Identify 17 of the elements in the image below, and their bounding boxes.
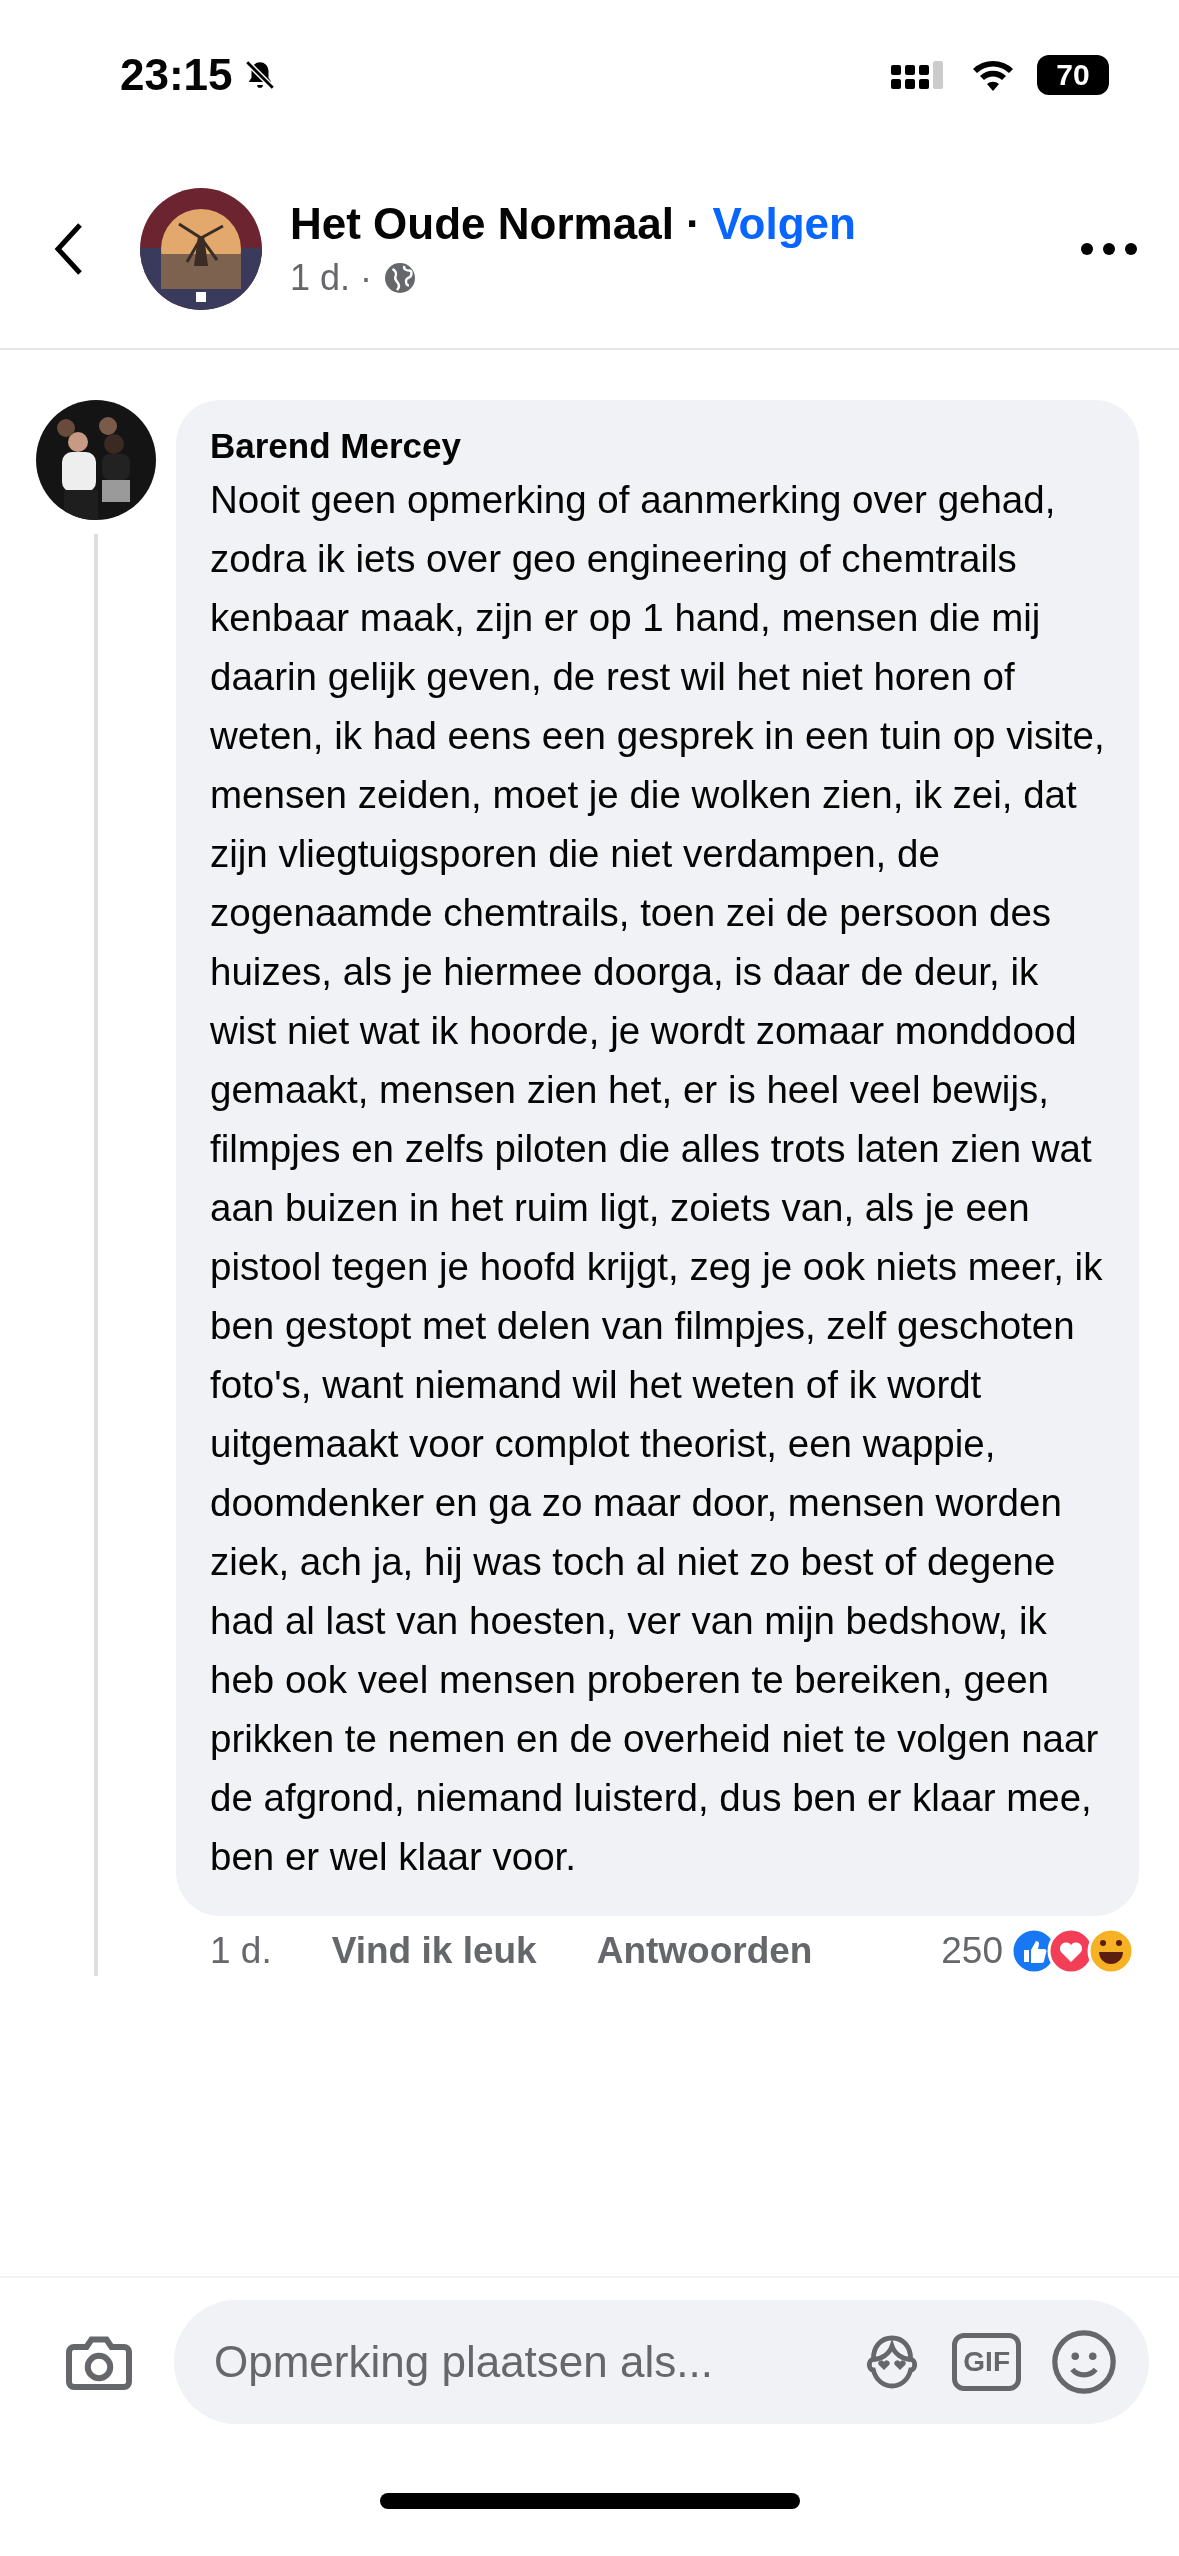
gif-button[interactable]: GIF <box>952 2333 1021 2391</box>
comment-input-field[interactable]: Opmerking plaatsen als... GIF <box>174 2300 1149 2424</box>
separator-dot: · <box>685 199 701 249</box>
status-time: 23:15 <box>120 50 233 100</box>
emoji-icon[interactable] <box>1049 2327 1119 2397</box>
comment-author[interactable]: Barend Mercey <box>210 426 1109 466</box>
battery-icon: 70 <box>1037 55 1109 95</box>
like-link[interactable]: Vind ik leuk <box>331 1930 537 1972</box>
more-icon[interactable] <box>1079 241 1139 257</box>
separator-dot: · <box>360 257 373 299</box>
comment-time: 1 d. <box>210 1930 272 1972</box>
reaction-count: 250 <box>941 1930 1003 1972</box>
comment-text: Nooit geen opmerking of aanmerking over gehad, zodra ik iets over geo engineering of chemtrails kenbaar maak, zijn er op 1 hand, mensen die mij daarin gelijk geven, de rest wil het niet horen of weten, ik had eens een gesprek in een tuin op visite, mensen zeiden, moet je die wolken zien, ik zei, dat zijn vliegtuigsporen die niet verdampen, de zogenaamde chemtrails, toen zei de persoon des huizes, als je hiermee doorga, is daar de deur, ik wist niet wat ik hoorde, je wordt zomaar monddood gemaakt, mensen zien het, er is heel veel bewijs, filmpjes en zelfs piloten die alles trots laten zien wat aan buizen in het ruim ligt, zoiets van, als je een pistool tegen je hoofd krijgt, zeg je ook niets meer, ik ben gestopt met delen van filmpjes, zelf geschoten foto's, want niemand wil het weten of ik wordt uitgemaakt voor complot theorist, een wappie, doomdenker en ga zo maar door, mensen worden ziek, ach ja, hij was toch al niet zo best of degene had al last van hoesten, ver van mijn bedshow, ik heb ook veel mensen proberen te bereiken, geen prikken te nemen en de overheid niet te volgen naar de afgrond, niemand luisterd, dus ben er klaar mee, ben er wel klaar voor. <box>210 477 1106 1880</box>
post-time: 1 d. <box>290 257 351 299</box>
follow-link[interactable]: Volgen <box>712 199 856 249</box>
page-name[interactable]: Het Oude Normaal <box>290 199 674 249</box>
reply-link[interactable]: Antwoorden <box>596 1930 813 1972</box>
